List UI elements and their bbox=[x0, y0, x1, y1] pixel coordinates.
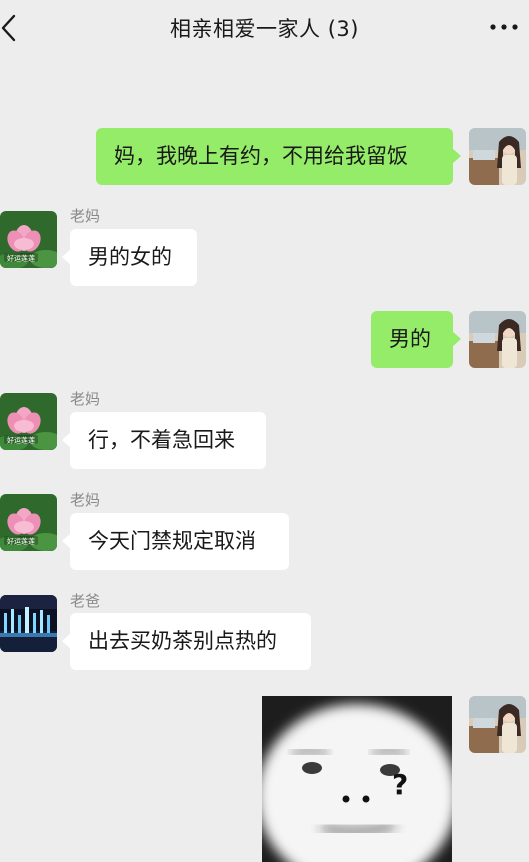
my-avatar[interactable] bbox=[469, 311, 526, 368]
chat-title: 相亲相爱一家人 (3) bbox=[170, 17, 359, 41]
sticker-question-mark: ? bbox=[392, 768, 408, 801]
message-bubble-incoming[interactable]: 今天门禁规定取消 bbox=[62, 513, 289, 570]
mom-avatar[interactable]: 好运莲莲 bbox=[0, 211, 57, 268]
message-bubble-incoming[interactable]: 行，不着急回来 bbox=[62, 412, 266, 469]
mom-avatar[interactable]: 好运莲莲 bbox=[0, 393, 57, 450]
my-avatar[interactable] bbox=[469, 128, 526, 185]
avatar-caption: 好运莲莲 bbox=[7, 537, 35, 546]
message-bubble-outgoing[interactable]: 妈，我晚上有约，不用给我留饭 bbox=[96, 128, 461, 185]
sender-name: 老妈 bbox=[70, 390, 101, 408]
message-bubble-incoming[interactable]: 男的女的 bbox=[62, 229, 197, 286]
more-dots-icon[interactable] bbox=[487, 14, 521, 40]
chat-header: 相亲相爱一家人 (3) bbox=[0, 0, 529, 56]
avatar-caption: 好运莲莲 bbox=[7, 254, 35, 263]
sender-name: 老妈 bbox=[70, 491, 101, 509]
my-avatar[interactable] bbox=[469, 696, 526, 753]
sender-name: 老爸 bbox=[70, 592, 101, 610]
mom-avatar[interactable]: 好运莲莲 bbox=[0, 494, 57, 551]
sender-name: 老妈 bbox=[70, 207, 101, 225]
message-bubble-outgoing[interactable]: 男的 bbox=[371, 311, 461, 368]
sticker-image[interactable]: ? bbox=[262, 696, 452, 862]
dad-avatar[interactable] bbox=[0, 595, 57, 652]
message-bubble-incoming[interactable]: 出去买奶茶别点热的 bbox=[62, 613, 311, 670]
avatar-caption: 好运莲莲 bbox=[7, 436, 35, 445]
